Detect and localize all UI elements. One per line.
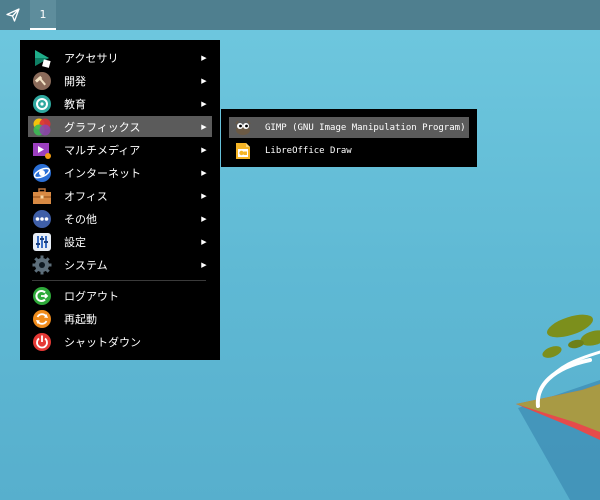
graphics-submenu: GIMP (GNU Image Manipulation Program) Li… xyxy=(221,109,477,167)
menu-item-accessories[interactable]: アクセサリ ▶ xyxy=(28,47,212,68)
application-menu: アクセサリ ▶ 開発 ▶ 教育 ▶ グラフィックス ▶ マルチメディア ▶ イン… xyxy=(20,40,220,360)
menu-item-label: アクセサリ xyxy=(64,51,119,65)
office-icon xyxy=(32,186,52,206)
menu-item-shutdown[interactable]: シャットダウン xyxy=(28,331,212,352)
app-launcher-button[interactable] xyxy=(0,0,26,30)
submenu-arrow-icon: ▶ xyxy=(201,237,207,246)
submenu-arrow-icon: ▶ xyxy=(201,145,207,154)
menu-item-label: シャットダウン xyxy=(64,335,141,349)
menu-item-label: マルチメディア xyxy=(64,143,141,157)
logout-icon xyxy=(32,286,52,306)
menu-item-settings[interactable]: 設定 ▶ xyxy=(28,231,212,252)
paper-plane-icon xyxy=(6,8,20,22)
submenu-item-label: LibreOffice Draw xyxy=(265,145,352,156)
menu-item-multimedia[interactable]: マルチメディア ▶ xyxy=(28,139,212,160)
shutdown-icon xyxy=(32,332,52,352)
libreoffice-draw-icon xyxy=(234,142,252,160)
menu-item-label: インターネット xyxy=(64,166,141,180)
multimedia-icon xyxy=(32,140,52,160)
wallpaper-illustration xyxy=(516,314,600,500)
submenu-arrow-icon: ▶ xyxy=(201,168,207,177)
menu-item-label: 教育 xyxy=(64,97,86,111)
submenu-item-libreoffice-draw[interactable]: LibreOffice Draw xyxy=(229,140,469,161)
submenu-arrow-icon: ▶ xyxy=(201,53,207,62)
submenu-arrow-icon: ▶ xyxy=(201,214,207,223)
menu-item-restart[interactable]: 再起動 xyxy=(28,308,212,329)
development-icon xyxy=(32,71,52,91)
submenu-arrow-icon: ▶ xyxy=(201,122,207,131)
menu-item-other[interactable]: その他 ▶ xyxy=(28,208,212,229)
menu-separator xyxy=(32,280,206,281)
gimp-icon xyxy=(234,119,252,137)
menu-item-label: 設定 xyxy=(64,235,86,249)
menu-item-graphics[interactable]: グラフィックス ▶ xyxy=(28,116,212,137)
menu-item-system[interactable]: システム ▶ xyxy=(28,254,212,275)
menu-item-label: オフィス xyxy=(64,189,108,203)
menu-item-logout[interactable]: ログアウト xyxy=(28,285,212,306)
menu-item-label: システム xyxy=(64,258,108,272)
submenu-arrow-icon: ▶ xyxy=(201,76,207,85)
menu-item-development[interactable]: 開発 ▶ xyxy=(28,70,212,91)
menu-item-label: その他 xyxy=(64,212,97,226)
menu-item-label: 開発 xyxy=(64,74,86,88)
restart-icon xyxy=(32,309,52,329)
internet-icon xyxy=(32,163,52,183)
submenu-arrow-icon: ▶ xyxy=(201,260,207,269)
education-icon xyxy=(32,94,52,114)
submenu-item-gimp[interactable]: GIMP (GNU Image Manipulation Program) xyxy=(229,117,469,138)
workspace-1-button[interactable]: 1 xyxy=(30,0,56,30)
submenu-arrow-icon: ▶ xyxy=(201,99,207,108)
other-icon xyxy=(32,209,52,229)
submenu-arrow-icon: ▶ xyxy=(201,191,207,200)
submenu-item-label: GIMP (GNU Image Manipulation Program) xyxy=(265,122,466,133)
system-icon xyxy=(32,255,52,275)
settings-icon xyxy=(32,232,52,252)
graphics-icon xyxy=(32,117,52,137)
accessories-icon xyxy=(32,48,52,68)
menu-item-education[interactable]: 教育 ▶ xyxy=(28,93,212,114)
top-panel: 1 xyxy=(0,0,600,30)
menu-item-label: グラフィックス xyxy=(64,120,141,134)
menu-item-internet[interactable]: インターネット ▶ xyxy=(28,162,212,183)
menu-item-office[interactable]: オフィス ▶ xyxy=(28,185,212,206)
menu-item-label: 再起動 xyxy=(64,312,97,326)
menu-item-label: ログアウト xyxy=(64,289,119,303)
